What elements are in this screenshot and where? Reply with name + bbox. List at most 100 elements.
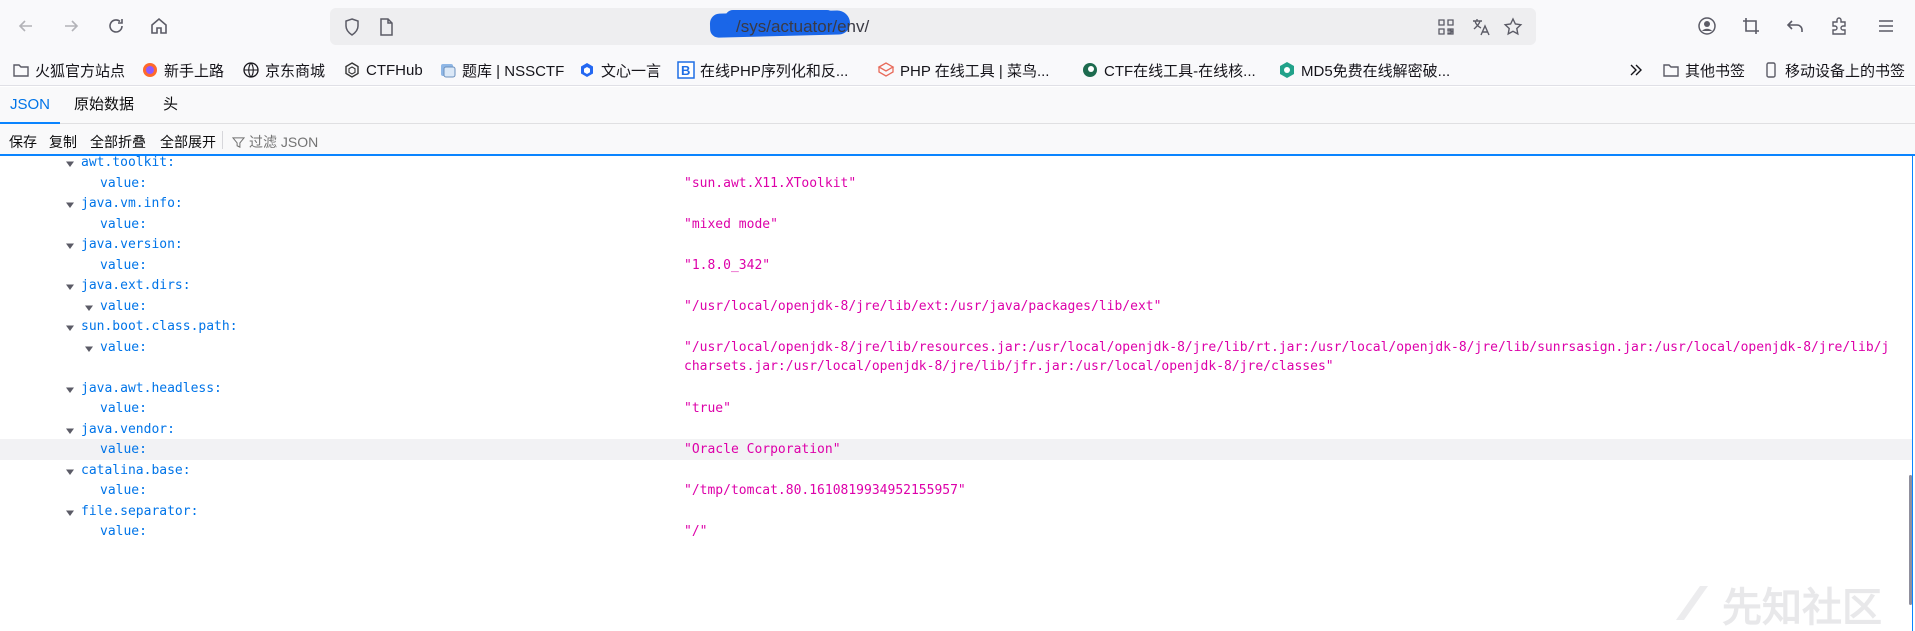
bookmark-label: 其他书签 (1685, 62, 1746, 80)
browser-toolbar: /sys/actuator/env/ (0, 0, 1915, 52)
expand-twisty-icon[interactable] (65, 281, 75, 291)
crop-icon[interactable] (1737, 12, 1765, 40)
bookmark-nssctf[interactable]: 题库 | NSSCTF (439, 60, 564, 80)
ctfhub-icon (343, 61, 361, 79)
json-property-row[interactable]: java.ext.dirs: (0, 275, 1912, 296)
expand-twisty-icon[interactable] (65, 384, 75, 394)
page-icon[interactable] (376, 17, 396, 42)
qr-code-icon[interactable] (1436, 17, 1456, 42)
json-string-value: "Oracle Corporation" (684, 442, 841, 457)
bookmark-ctf-tools[interactable]: CTF在线工具-在线核... (1081, 60, 1256, 80)
json-key: value: (100, 401, 147, 416)
watermark-logo-icon (1676, 586, 1708, 620)
bookmarks-bar: 火狐官方站点 新手上路 京东商城 CTFHub 题库 | NSSCTF 文心一言… (0, 52, 1915, 86)
bookmark-runoob[interactable]: PHP 在线工具 | 菜鸟... (877, 60, 1049, 80)
star-icon[interactable] (1503, 17, 1523, 42)
extensions-icon[interactable] (1825, 12, 1853, 40)
home-icon[interactable] (145, 12, 173, 40)
json-string-value: "/usr/local/openjdk-8/jre/lib/ext:/usr/j… (684, 298, 1162, 314)
tab-headers[interactable]: 头 (153, 87, 188, 123)
expand-twisty-icon[interactable] (65, 466, 75, 476)
expand-twisty-icon[interactable] (65, 158, 75, 168)
json-value-row[interactable]: value: "/tmp/tomcat.80.161081993495215595… (0, 480, 1912, 501)
undo-icon[interactable] (1781, 12, 1809, 40)
json-property-row[interactable]: java.vm.info: (0, 193, 1912, 214)
json-toolbar: 保存 复制 全部折叠 全部展开 过滤 JSON (0, 124, 1915, 156)
json-key: value: (100, 216, 147, 232)
filter-json-input[interactable]: 过滤 JSON (232, 132, 318, 152)
account-icon[interactable] (1693, 12, 1721, 40)
reload-icon[interactable] (102, 12, 130, 40)
bookmark-label: 在线PHP序列化和反... (700, 62, 849, 80)
scrollbar-thumb[interactable] (1909, 475, 1912, 605)
json-key: java.vm.info: (81, 196, 183, 211)
yiyan-icon (578, 61, 596, 79)
bookmark-label: 移动设备上的书签 (1785, 62, 1906, 80)
ctf-tools-icon (1081, 61, 1099, 79)
json-key: catalina.base: (81, 462, 191, 478)
expand-twisty-icon[interactable] (84, 302, 94, 312)
bookmark-md5[interactable]: MD5免费在线解密破... (1278, 60, 1450, 80)
tab-raw-data[interactable]: 原始数据 (64, 87, 144, 123)
json-value-row[interactable]: value: "sun.awt.X11.XToolkit" (0, 173, 1912, 194)
json-value-row[interactable]: value: "true" (0, 398, 1912, 419)
expand-twisty-icon[interactable] (84, 343, 94, 353)
json-key: value: (100, 483, 147, 498)
bookmark-getting-started[interactable]: 新手上路 (141, 60, 224, 80)
json-value-row[interactable]: value: "/usr/local/openjdk-8/jre/lib/ext:… (0, 296, 1912, 317)
json-property-row[interactable]: java.version: (0, 234, 1912, 255)
json-string-value: "true" (684, 401, 731, 416)
json-property-row[interactable]: awt.toolkit: (0, 156, 1912, 173)
expand-twisty-icon[interactable] (65, 322, 75, 332)
runoob-icon (877, 61, 895, 79)
expand-all-button[interactable]: 全部展开 (160, 132, 216, 152)
bookmark-other[interactable]: 其他书签 (1662, 60, 1745, 80)
bookmarks-overflow-icon[interactable] (1627, 60, 1645, 80)
json-key: java.version: (81, 237, 183, 252)
copy-button[interactable]: 复制 (49, 132, 77, 152)
json-property-row[interactable]: java.vendor: (0, 419, 1912, 440)
filter-placeholder: 过滤 JSON (249, 134, 319, 150)
expand-twisty-icon[interactable] (65, 199, 75, 209)
folder-icon (1662, 61, 1680, 79)
bookmark-yiyan[interactable]: 文心一言 (578, 60, 661, 80)
globe-icon (242, 61, 260, 79)
bookmark-firefox[interactable]: 火狐官方站点 (12, 60, 125, 80)
json-key: awt.toolkit: (81, 156, 175, 170)
expand-twisty-icon[interactable] (65, 507, 75, 517)
bookmark-jd[interactable]: 京东商城 (242, 60, 325, 80)
json-property-row[interactable]: sun.boot.class.path: (0, 316, 1912, 337)
bookmark-label: PHP 在线工具 | 菜鸟... (900, 62, 1050, 80)
svg-text:B: B (681, 63, 690, 78)
collapse-all-button[interactable]: 全部折叠 (90, 132, 146, 152)
url-text[interactable]: /sys/actuator/env/ (736, 17, 869, 37)
json-key: java.vendor: (81, 421, 175, 437)
shield-icon[interactable] (342, 17, 362, 42)
bookmark-label: 京东商城 (265, 62, 326, 80)
json-property-row[interactable]: catalina.base: (0, 460, 1912, 481)
mobile-icon (1762, 61, 1780, 79)
json-string-value: "/usr/local/openjdk-8/jre/lib/resources.… (684, 339, 1890, 355)
json-value-row[interactable]: value: "Oracle Corporation" (0, 439, 1912, 460)
json-value-row[interactable]: value: "/" (0, 521, 1912, 542)
bookmark-ctfhub[interactable]: CTFHub (343, 60, 423, 80)
translate-icon[interactable] (1471, 17, 1491, 42)
json-string-value-continuation: charsets.jar:/usr/local/openjdk-8/jre/li… (684, 359, 1334, 374)
forward-icon[interactable] (57, 12, 85, 40)
expand-twisty-icon[interactable] (65, 425, 75, 435)
json-property-row[interactable]: file.separator: (0, 501, 1912, 522)
json-value-row[interactable]: value: "1.8.0_342" (0, 255, 1912, 276)
bookmark-php-serialize[interactable]: B 在线PHP序列化和反... (677, 60, 848, 80)
bookmark-mobile[interactable]: 移动设备上的书签 (1762, 60, 1905, 80)
back-icon[interactable] (12, 12, 40, 40)
json-value-row[interactable]: value: "/usr/local/openjdk-8/jre/lib/reso… (0, 337, 1912, 374)
save-button[interactable]: 保存 (9, 132, 37, 152)
url-bar[interactable]: /sys/actuator/env/ (330, 8, 1536, 45)
expand-twisty-icon[interactable] (65, 240, 75, 250)
json-property-row[interactable]: java.awt.headless: (0, 378, 1912, 399)
json-value-row[interactable]: value: "mixed mode" (0, 214, 1912, 235)
firefox-icon (141, 61, 159, 79)
menu-icon[interactable] (1872, 12, 1900, 40)
json-string-value: "/tmp/tomcat.80.1610819934952155957" (684, 483, 966, 498)
tab-json[interactable]: JSON (0, 87, 61, 124)
